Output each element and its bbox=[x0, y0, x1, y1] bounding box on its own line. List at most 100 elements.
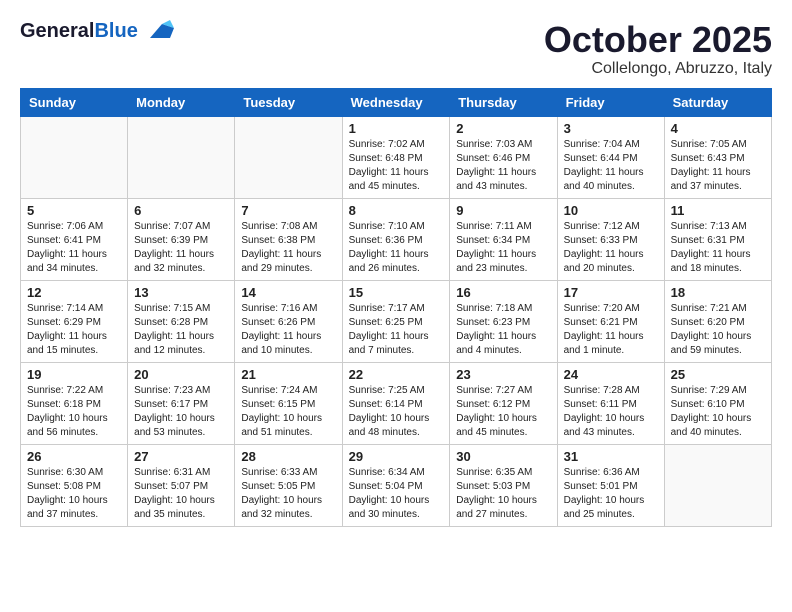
calendar-cell: 29 Sunrise: 6:34 AM Sunset: 5:04 PM Dayli… bbox=[342, 444, 450, 526]
day-info: Sunrise: 6:33 AM Sunset: 5:05 PM Dayligh… bbox=[241, 466, 335, 522]
day-number: 17 bbox=[564, 285, 658, 300]
day-number: 31 bbox=[564, 449, 658, 464]
day-info: Sunrise: 7:21 AM Sunset: 6:20 PM Dayligh… bbox=[671, 302, 765, 358]
day-number: 19 bbox=[27, 367, 121, 382]
calendar-cell: 5 Sunrise: 7:06 AM Sunset: 6:41 PM Daylig… bbox=[21, 198, 128, 280]
calendar-cell: 26 Sunrise: 6:30 AM Sunset: 5:08 PM Dayli… bbox=[21, 444, 128, 526]
day-number: 29 bbox=[349, 449, 444, 464]
day-info: Sunrise: 7:16 AM Sunset: 6:26 PM Dayligh… bbox=[241, 302, 335, 358]
weekday-header-row: SundayMondayTuesdayWednesdayThursdayFrid… bbox=[21, 88, 772, 116]
calendar-cell: 2 Sunrise: 7:03 AM Sunset: 6:46 PM Daylig… bbox=[450, 116, 557, 198]
calendar-week-3: 12 Sunrise: 7:14 AM Sunset: 6:29 PM Dayli… bbox=[21, 280, 772, 362]
day-number: 3 bbox=[564, 121, 658, 136]
day-info: Sunrise: 7:23 AM Sunset: 6:17 PM Dayligh… bbox=[134, 384, 228, 440]
day-info: Sunrise: 6:30 AM Sunset: 5:08 PM Dayligh… bbox=[27, 466, 121, 522]
day-info: Sunrise: 7:25 AM Sunset: 6:14 PM Dayligh… bbox=[349, 384, 444, 440]
calendar-cell bbox=[21, 116, 128, 198]
calendar-cell bbox=[664, 444, 771, 526]
weekday-header-friday: Friday bbox=[557, 88, 664, 116]
day-info: Sunrise: 7:24 AM Sunset: 6:15 PM Dayligh… bbox=[241, 384, 335, 440]
day-number: 27 bbox=[134, 449, 228, 464]
calendar-cell: 15Sunrise: 7:17 AM Sunset: 6:25 PM Dayli… bbox=[342, 280, 450, 362]
calendar-cell: 3 Sunrise: 7:04 AM Sunset: 6:44 PM Daylig… bbox=[557, 116, 664, 198]
day-info: Sunrise: 6:36 AM Sunset: 5:01 PM Dayligh… bbox=[564, 466, 658, 522]
calendar-week-4: 19 Sunrise: 7:22 AM Sunset: 6:18 PM Dayli… bbox=[21, 362, 772, 444]
calendar-cell: 27Sunrise: 6:31 AM Sunset: 5:07 PM Dayli… bbox=[128, 444, 235, 526]
calendar-cell: 19 Sunrise: 7:22 AM Sunset: 6:18 PM Dayli… bbox=[21, 362, 128, 444]
title-area: October 2025 Collelongo, Abruzzo, Italy bbox=[544, 20, 772, 78]
weekday-header-saturday: Saturday bbox=[664, 88, 771, 116]
calendar-cell: 12 Sunrise: 7:14 AM Sunset: 6:29 PM Dayli… bbox=[21, 280, 128, 362]
day-number: 23 bbox=[456, 367, 550, 382]
logo-blue: Blue bbox=[94, 20, 137, 42]
day-number: 25 bbox=[671, 367, 765, 382]
calendar-cell: 17Sunrise: 7:20 AM Sunset: 6:21 PM Dayli… bbox=[557, 280, 664, 362]
logo: GeneralBlue bbox=[20, 20, 174, 42]
day-info: Sunrise: 7:08 AM Sunset: 6:38 PM Dayligh… bbox=[241, 220, 335, 276]
weekday-header-monday: Monday bbox=[128, 88, 235, 116]
day-number: 28 bbox=[241, 449, 335, 464]
weekday-header-thursday: Thursday bbox=[450, 88, 557, 116]
day-info: Sunrise: 7:15 AM Sunset: 6:28 PM Dayligh… bbox=[134, 302, 228, 358]
day-info: Sunrise: 7:28 AM Sunset: 6:11 PM Dayligh… bbox=[564, 384, 658, 440]
day-number: 15 bbox=[349, 285, 444, 300]
weekday-header-sunday: Sunday bbox=[21, 88, 128, 116]
calendar-cell: 9 Sunrise: 7:11 AM Sunset: 6:34 PM Daylig… bbox=[450, 198, 557, 280]
calendar-cell: 14 Sunrise: 7:16 AM Sunset: 6:26 PM Dayli… bbox=[235, 280, 342, 362]
day-number: 13 bbox=[134, 285, 228, 300]
day-info: Sunrise: 6:35 AM Sunset: 5:03 PM Dayligh… bbox=[456, 466, 550, 522]
day-number: 20 bbox=[134, 367, 228, 382]
calendar-cell: 18Sunrise: 7:21 AM Sunset: 6:20 PM Dayli… bbox=[664, 280, 771, 362]
header: GeneralBlue October 2025 Collelongo, Abr… bbox=[20, 20, 772, 78]
day-info: Sunrise: 7:11 AM Sunset: 6:34 PM Dayligh… bbox=[456, 220, 550, 276]
day-info: Sunrise: 7:04 AM Sunset: 6:44 PM Dayligh… bbox=[564, 138, 658, 194]
calendar-cell: 28 Sunrise: 6:33 AM Sunset: 5:05 PM Dayli… bbox=[235, 444, 342, 526]
day-info: Sunrise: 7:12 AM Sunset: 6:33 PM Dayligh… bbox=[564, 220, 658, 276]
day-info: Sunrise: 7:22 AM Sunset: 6:18 PM Dayligh… bbox=[27, 384, 121, 440]
day-number: 1 bbox=[349, 121, 444, 136]
weekday-header-wednesday: Wednesday bbox=[342, 88, 450, 116]
calendar-cell bbox=[128, 116, 235, 198]
day-info: Sunrise: 7:10 AM Sunset: 6:36 PM Dayligh… bbox=[349, 220, 444, 276]
calendar-cell: 8 Sunrise: 7:10 AM Sunset: 6:36 PM Daylig… bbox=[342, 198, 450, 280]
calendar-cell: 30 Sunrise: 6:35 AM Sunset: 5:03 PM Dayli… bbox=[450, 444, 557, 526]
calendar-cell: 25 Sunrise: 7:29 AM Sunset: 6:10 PM Dayli… bbox=[664, 362, 771, 444]
day-number: 8 bbox=[349, 203, 444, 218]
calendar-cell: 22 Sunrise: 7:25 AM Sunset: 6:14 PM Dayli… bbox=[342, 362, 450, 444]
day-info: Sunrise: 7:03 AM Sunset: 6:46 PM Dayligh… bbox=[456, 138, 550, 194]
calendar-cell: 11 Sunrise: 7:13 AM Sunset: 6:31 PM Dayli… bbox=[664, 198, 771, 280]
day-info: Sunrise: 7:29 AM Sunset: 6:10 PM Dayligh… bbox=[671, 384, 765, 440]
day-info: Sunrise: 7:05 AM Sunset: 6:43 PM Dayligh… bbox=[671, 138, 765, 194]
weekday-header-tuesday: Tuesday bbox=[235, 88, 342, 116]
calendar-week-1: 1Sunrise: 7:02 AM Sunset: 6:48 PM Daylig… bbox=[21, 116, 772, 198]
calendar-cell: 7 Sunrise: 7:08 AM Sunset: 6:38 PM Daylig… bbox=[235, 198, 342, 280]
day-number: 11 bbox=[671, 203, 765, 218]
day-number: 5 bbox=[27, 203, 121, 218]
day-number: 7 bbox=[241, 203, 335, 218]
day-number: 2 bbox=[456, 121, 550, 136]
day-info: Sunrise: 7:14 AM Sunset: 6:29 PM Dayligh… bbox=[27, 302, 121, 358]
day-number: 6 bbox=[134, 203, 228, 218]
day-info: Sunrise: 7:27 AM Sunset: 6:12 PM Dayligh… bbox=[456, 384, 550, 440]
day-number: 21 bbox=[241, 367, 335, 382]
day-info: Sunrise: 6:34 AM Sunset: 5:04 PM Dayligh… bbox=[349, 466, 444, 522]
day-number: 14 bbox=[241, 285, 335, 300]
day-number: 9 bbox=[456, 203, 550, 218]
day-number: 26 bbox=[27, 449, 121, 464]
calendar-cell: 24Sunrise: 7:28 AM Sunset: 6:11 PM Dayli… bbox=[557, 362, 664, 444]
calendar-cell: 21 Sunrise: 7:24 AM Sunset: 6:15 PM Dayli… bbox=[235, 362, 342, 444]
day-info: Sunrise: 7:06 AM Sunset: 6:41 PM Dayligh… bbox=[27, 220, 121, 276]
calendar-cell: 16Sunrise: 7:18 AM Sunset: 6:23 PM Dayli… bbox=[450, 280, 557, 362]
logo-icon bbox=[142, 20, 174, 42]
calendar-subtitle: Collelongo, Abruzzo, Italy bbox=[544, 60, 772, 78]
calendar-cell: 1Sunrise: 7:02 AM Sunset: 6:48 PM Daylig… bbox=[342, 116, 450, 198]
calendar-cell: 31 Sunrise: 6:36 AM Sunset: 5:01 PM Dayli… bbox=[557, 444, 664, 526]
calendar-cell bbox=[235, 116, 342, 198]
day-number: 22 bbox=[349, 367, 444, 382]
day-info: Sunrise: 7:13 AM Sunset: 6:31 PM Dayligh… bbox=[671, 220, 765, 276]
day-number: 30 bbox=[456, 449, 550, 464]
day-number: 4 bbox=[671, 121, 765, 136]
calendar-cell: 23 Sunrise: 7:27 AM Sunset: 6:12 PM Dayli… bbox=[450, 362, 557, 444]
day-number: 12 bbox=[27, 285, 121, 300]
day-info: Sunrise: 7:18 AM Sunset: 6:23 PM Dayligh… bbox=[456, 302, 550, 358]
